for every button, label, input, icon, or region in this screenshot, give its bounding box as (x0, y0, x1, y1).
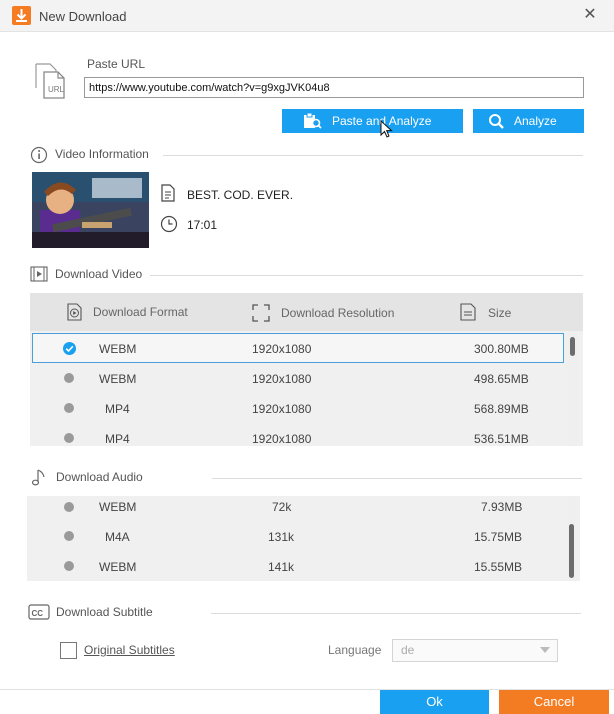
row-size: 498.65MB (474, 372, 529, 386)
row-format: MP4 (105, 402, 130, 416)
radio-dot-icon (64, 403, 74, 413)
section-divider (150, 275, 583, 276)
row-size: 568.89MB (474, 402, 529, 416)
radio-dot-icon (64, 502, 74, 512)
download-audio-header: Download Audio (56, 470, 143, 484)
analyze-label: Analyze (514, 114, 557, 128)
info-icon (30, 146, 48, 164)
row-bitrate: 131k (268, 530, 295, 544)
download-subtitle-header: Download Subtitle (56, 605, 153, 619)
analyze-button[interactable]: Analyze (473, 109, 584, 133)
search-icon (487, 109, 507, 133)
original-subtitles-checkbox[interactable] (60, 642, 77, 659)
video-information-header: Video Information (55, 147, 149, 161)
row-size: 536.51MB (474, 432, 529, 446)
size-column-icon (459, 303, 479, 324)
url-input[interactable] (84, 77, 584, 98)
audio-table-scrollbar-thumb[interactable] (569, 524, 574, 578)
section-divider (212, 478, 582, 479)
row-bitrate: 72k (272, 500, 292, 514)
row-resolution: 1920x1080 (252, 372, 312, 386)
download-app-icon (12, 6, 31, 25)
row-format: WEBM (99, 372, 137, 386)
svg-text:URL: URL (48, 85, 65, 94)
section-divider (163, 155, 583, 156)
row-format: WEBM (99, 342, 137, 356)
video-thumbnail (32, 172, 149, 248)
row-size: 7.93MB (481, 500, 523, 514)
document-icon (160, 184, 176, 205)
radio-dot-icon (64, 531, 74, 541)
row-format: M4A (105, 530, 130, 544)
closed-caption-icon: CC (28, 603, 50, 621)
format-column-icon (66, 303, 84, 324)
clipboard-search-icon (302, 109, 324, 133)
url-file-icon: URL (30, 58, 70, 102)
size-column-header: Size (488, 306, 512, 320)
video-duration: 17:01 (187, 218, 218, 232)
language-selected-value: de (401, 643, 415, 657)
format-column-header: Download Format (93, 305, 188, 319)
row-size: 15.75MB (474, 530, 523, 544)
radio-dot-icon (64, 433, 74, 443)
section-divider (211, 613, 581, 614)
language-select[interactable] (392, 639, 558, 662)
row-format: MP4 (105, 432, 130, 446)
film-icon (30, 265, 48, 283)
original-subtitles-link[interactable]: Original Subtitles (84, 643, 175, 657)
row-resolution: 1920x1080 (252, 402, 312, 416)
row-bitrate: 141k (268, 560, 295, 574)
row-size: 300.80MB (474, 342, 529, 356)
row-size: 15.55MB (474, 560, 523, 574)
svg-text:CC: CC (32, 609, 44, 618)
ok-button[interactable]: Ok (380, 690, 489, 714)
mouse-cursor-icon (380, 119, 394, 143)
resolution-column-icon (252, 304, 270, 325)
checkmark-icon (63, 342, 76, 355)
cancel-button[interactable]: Cancel (499, 690, 609, 714)
close-icon[interactable]: ✕ (578, 4, 602, 26)
music-note-icon (30, 467, 48, 486)
row-resolution: 1920x1080 (252, 432, 312, 446)
language-label: Language (328, 643, 382, 657)
download-video-header: Download Video (55, 267, 143, 281)
video-table-scrollbar-thumb[interactable] (570, 337, 575, 356)
row-format: WEBM (99, 500, 137, 514)
paste-and-analyze-button[interactable]: Paste and Analyze (282, 109, 463, 133)
row-resolution: 1920x1080 (252, 342, 312, 356)
clock-icon (160, 215, 178, 236)
video-title: BEST. COD. EVER. (187, 188, 294, 202)
window-title: New Download (39, 9, 127, 24)
resolution-column-header: Download Resolution (281, 306, 395, 320)
radio-dot-icon (64, 373, 74, 383)
row-format: WEBM (99, 560, 137, 574)
radio-dot-icon (64, 561, 74, 571)
chevron-down-icon (540, 647, 550, 653)
paste-url-label: Paste URL (87, 57, 146, 71)
